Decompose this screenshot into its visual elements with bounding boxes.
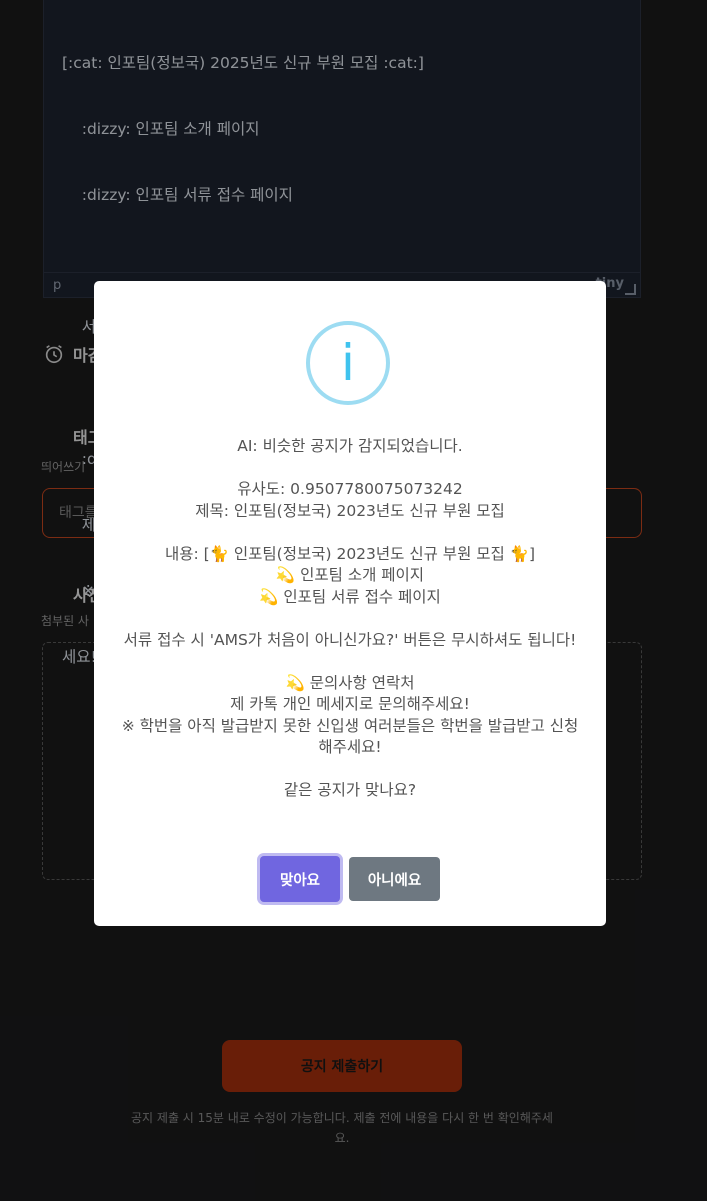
similar-content-line: 💫 인포팀 소개 페이지 xyxy=(275,566,425,584)
dialog-actions: 맞아요 아니에요 xyxy=(94,856,606,902)
dialog-question: 같은 공지가 맞나요? xyxy=(283,781,417,799)
similar-content-header: 내용: [🐈 인포팀(정보국) 2023년도 신규 부원 모집 🐈] xyxy=(164,544,536,563)
info-icon: i xyxy=(306,321,390,405)
similar-content-line: 제 카톡 개인 메세지로 문의해주세요! xyxy=(230,695,470,713)
similar-content-line: 💫 문의사항 연락처 xyxy=(285,673,415,692)
dialog-message: AI: 비슷한 공지가 감지되었습니다. 유사도: 0.950778007507… xyxy=(118,436,582,802)
similar-content-line: 💫 인포팀 서류 접수 페이지 xyxy=(259,587,441,606)
confirm-button[interactable]: 맞아요 xyxy=(260,856,340,902)
similar-content-line: 서류 접수 시 'AMS가 처음이 아니신가요?' 버튼은 무시하셔도 됩니다! xyxy=(123,630,577,649)
similar-notice-dialog: i AI: 비슷한 공지가 감지되었습니다. 유사도: 0.9507780075… xyxy=(94,281,606,926)
similar-content-line: ※ 학번을 아직 발급받지 못한 신입생 여러분들은 학번을 발급받고 신청해주… xyxy=(121,716,579,757)
cancel-button[interactable]: 아니에요 xyxy=(349,857,440,901)
similar-title: 제목: 인포팀(정보국) 2023년도 신규 부원 모집 xyxy=(195,501,505,520)
similarity-score: 유사도: 0.9507780075073242 xyxy=(237,480,463,498)
info-glyph: i xyxy=(341,334,355,392)
dialog-heading: AI: 비슷한 공지가 감지되었습니다. xyxy=(237,437,463,455)
